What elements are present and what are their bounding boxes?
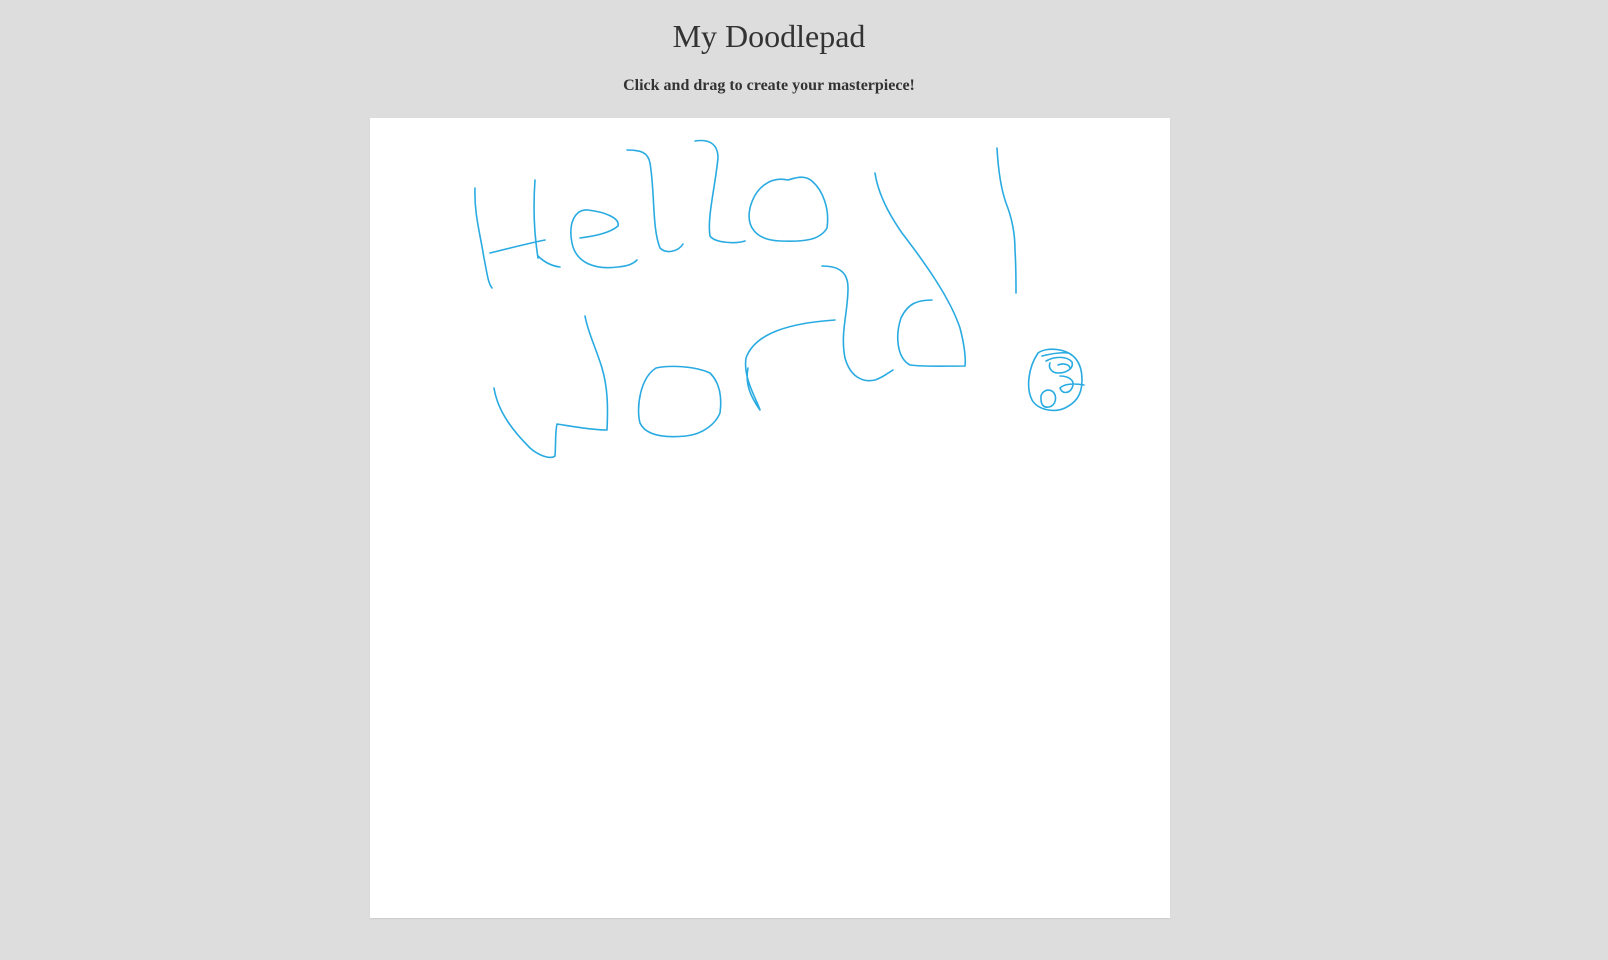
doodle-stroke [996, 147, 1017, 294]
doodle-stroke [474, 187, 493, 289]
doodle-stroke [1041, 351, 1074, 374]
page-subtitle: Click and drag to create your masterpiec… [623, 77, 915, 94]
doodle-stroke [748, 176, 829, 243]
page-title: My Doodlepad [672, 18, 866, 54]
doodle-stroke [744, 319, 836, 411]
doodle-stroke [537, 255, 561, 268]
doodle-stroke [874, 172, 967, 368]
doodle-stroke [533, 179, 539, 259]
doodle-stroke [694, 139, 746, 244]
doodle-stroke [637, 365, 722, 438]
doodle-stroke [626, 149, 684, 253]
doodle-stroke [821, 265, 894, 382]
doodle-drawing[interactable] [370, 118, 1170, 918]
doodle-canvas[interactable] [370, 118, 1170, 918]
doodle-stroke [1040, 389, 1057, 408]
doodle-stroke [570, 209, 638, 269]
doodle-stroke [493, 315, 609, 459]
